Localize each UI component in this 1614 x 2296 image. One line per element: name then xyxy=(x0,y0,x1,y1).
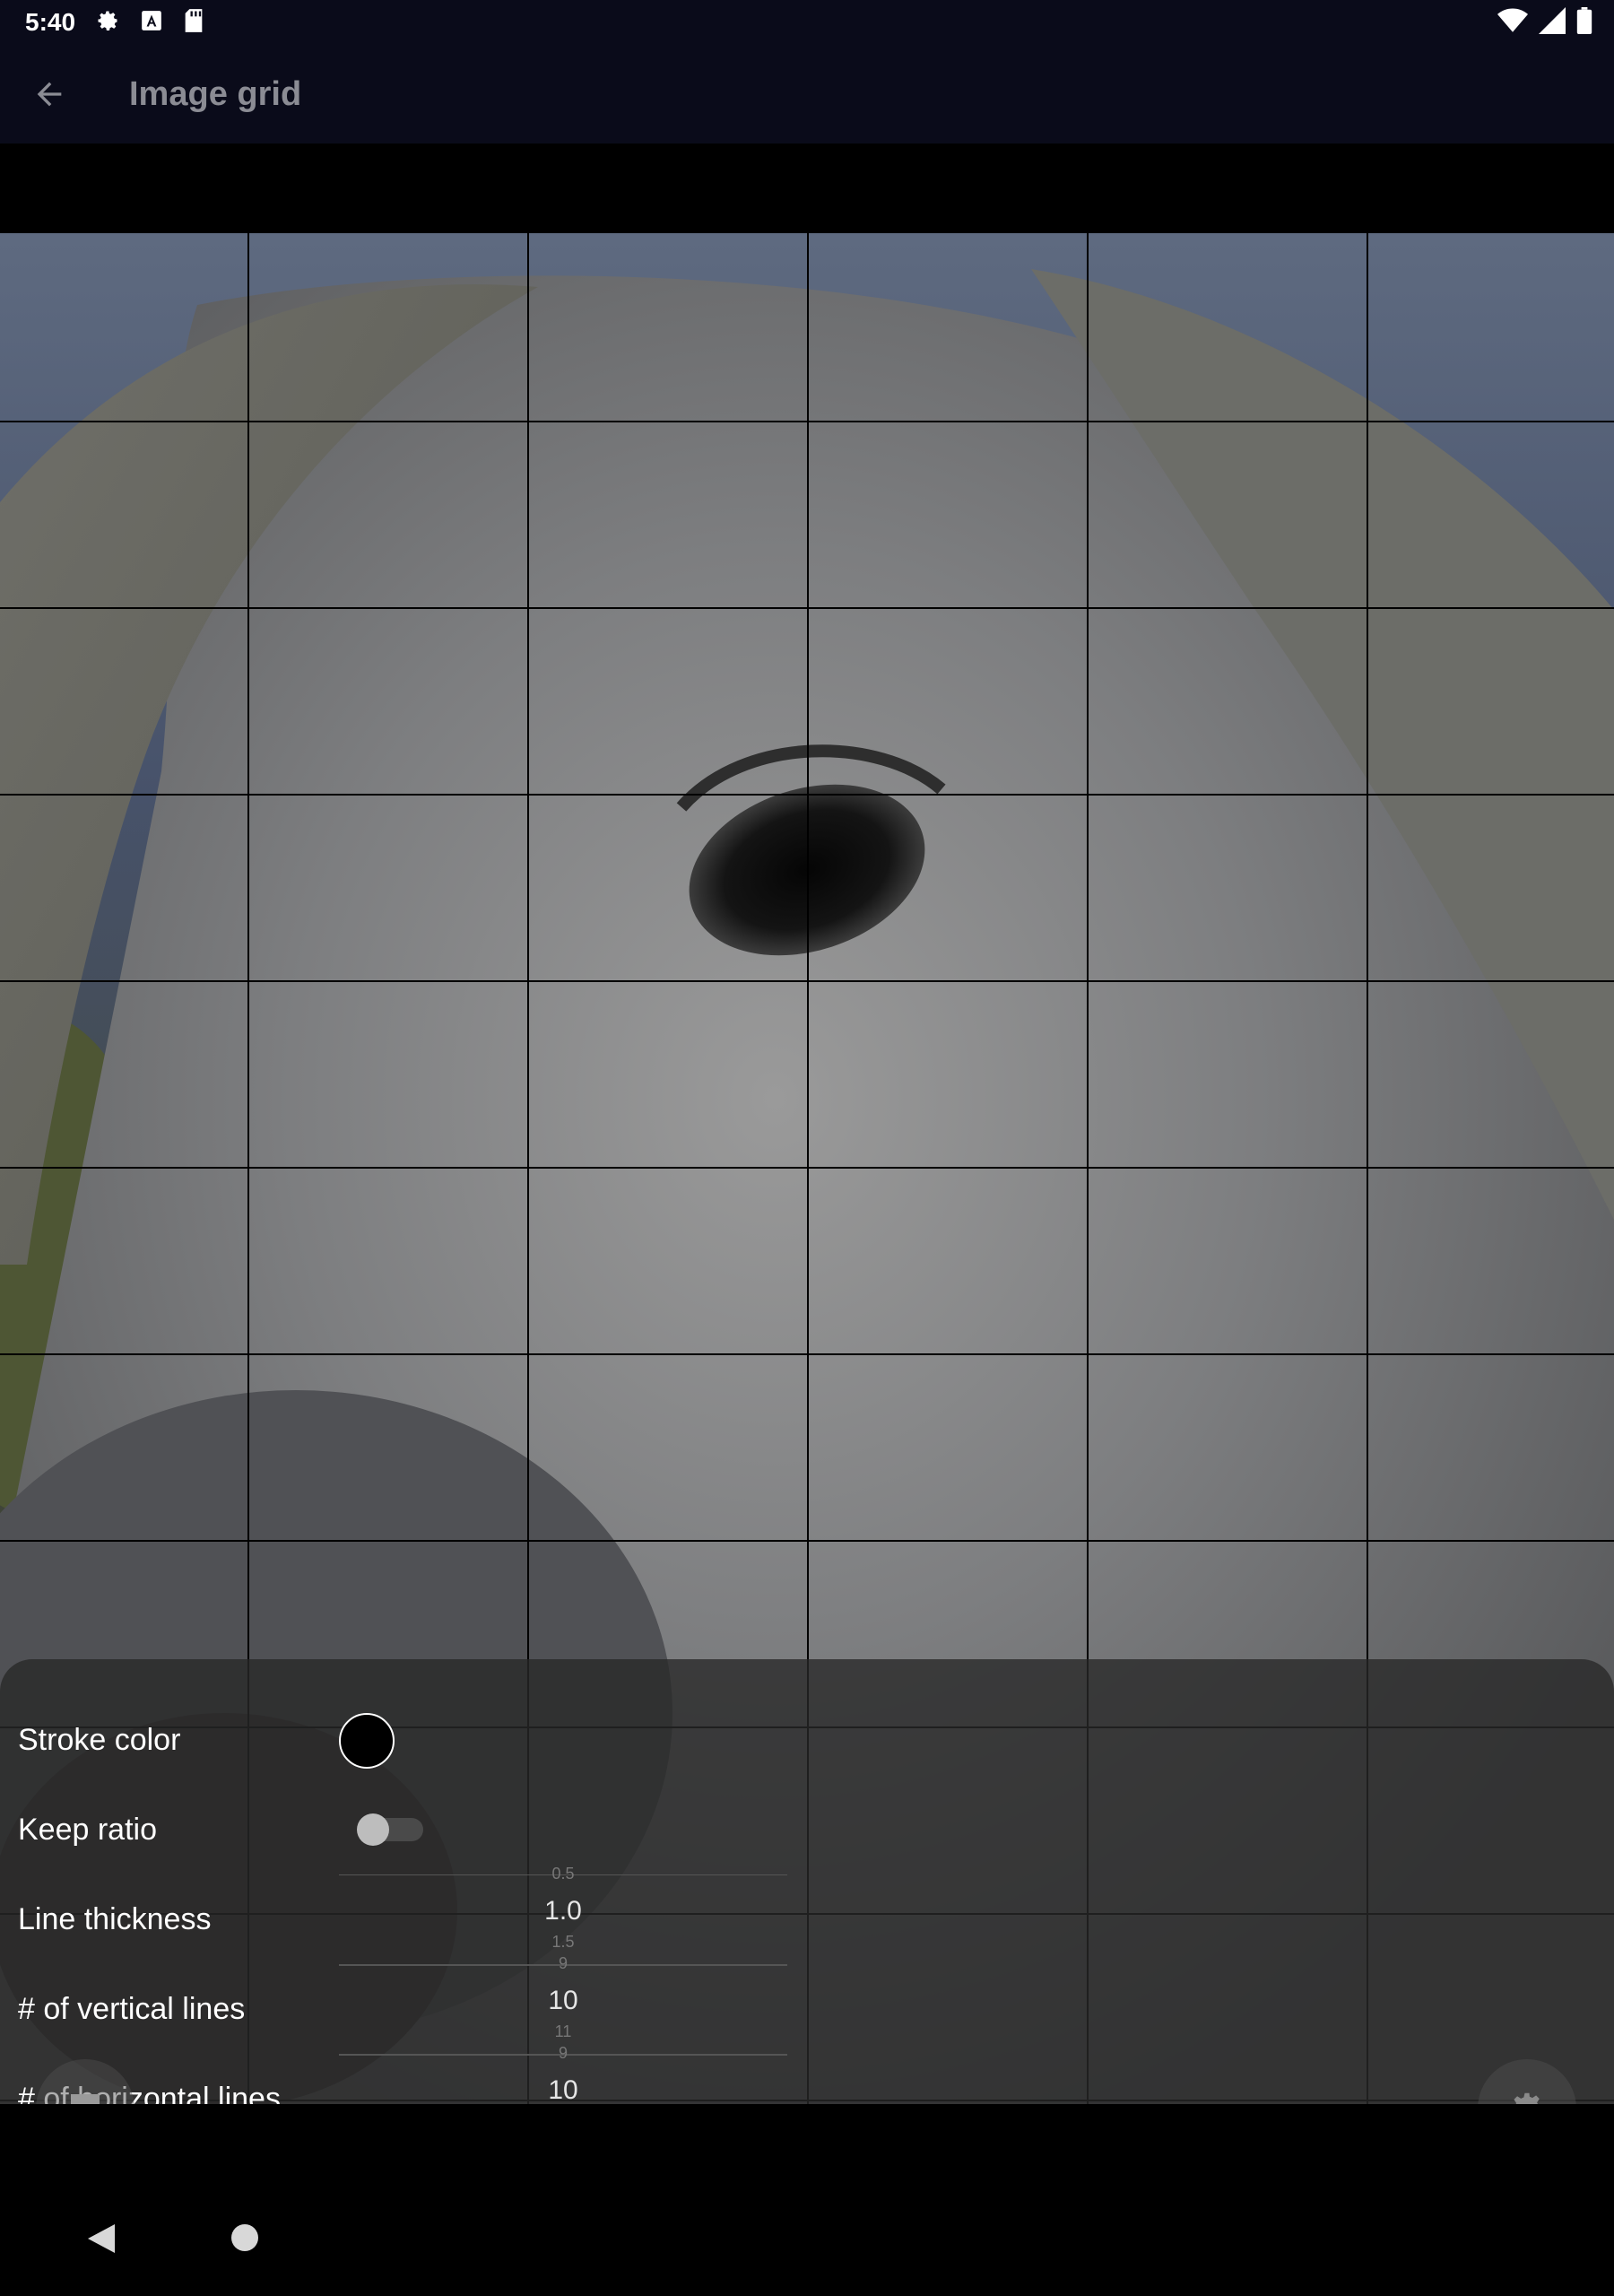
line-thickness-value: 1.0 xyxy=(544,1896,582,1926)
grid-horizontal-line xyxy=(0,794,1614,796)
status-bar: 5:40 xyxy=(0,0,1614,45)
horizontal-lines-picker[interactable]: 9 10 xyxy=(339,2044,787,2106)
grid-horizontal-line xyxy=(0,1353,1614,1355)
grid-horizontal-line xyxy=(0,980,1614,982)
stroke-color-label: Stroke color xyxy=(18,1723,181,1757)
navigation-bar xyxy=(0,2104,1614,2296)
grid-horizontal-line xyxy=(0,1167,1614,1169)
battery-icon xyxy=(1576,7,1592,39)
wifi-icon xyxy=(1497,7,1528,39)
back-button[interactable] xyxy=(0,45,99,144)
grid-horizontal-line xyxy=(0,421,1614,422)
grid-horizontal-line xyxy=(0,607,1614,609)
keep-ratio-label: Keep ratio xyxy=(18,1813,157,1847)
vertical-lines-next: 11 xyxy=(554,2022,572,2040)
a-box-icon xyxy=(140,9,163,37)
sd-card-icon xyxy=(183,8,204,38)
vertical-lines-row: # of vertical lines 9 10 11 xyxy=(0,1954,1614,2056)
stroke-color-swatch[interactable] xyxy=(339,1713,395,1769)
nav-back-icon[interactable] xyxy=(82,2221,118,2257)
status-icons-left xyxy=(95,8,224,38)
line-thickness-label: Line thickness xyxy=(18,1902,212,1936)
nav-home-icon[interactable] xyxy=(231,2224,258,2251)
app-bar: Image grid xyxy=(0,45,1614,144)
vertical-lines-value: 10 xyxy=(548,1986,578,2015)
line-thickness-next: 1.5 xyxy=(551,1933,575,1951)
status-time: 5:40 xyxy=(25,8,76,36)
gear-icon xyxy=(95,8,120,38)
vertical-lines-picker[interactable]: 9 10 11 xyxy=(339,1954,787,2056)
signal-icon xyxy=(1539,7,1566,39)
line-thickness-picker[interactable]: 0.5 1.0 1.5 xyxy=(339,1865,787,1966)
keep-ratio-row: Keep ratio xyxy=(0,1785,1614,1874)
status-icons-right xyxy=(1487,7,1592,39)
settings-panel: Stroke color Keep ratio Line thickness 0… xyxy=(0,1659,1614,2116)
page-title: Image grid xyxy=(129,74,302,113)
grid-horizontal-line xyxy=(0,1540,1614,1542)
stroke-color-row: Stroke color xyxy=(0,1695,1614,1785)
arrow-left-icon xyxy=(37,82,62,107)
vertical-lines-label: # of vertical lines xyxy=(18,1992,246,2026)
keep-ratio-toggle-thumb[interactable] xyxy=(357,1813,389,1846)
line-thickness-row: Line thickness 0.5 1.0 1.5 xyxy=(0,1865,1614,1966)
